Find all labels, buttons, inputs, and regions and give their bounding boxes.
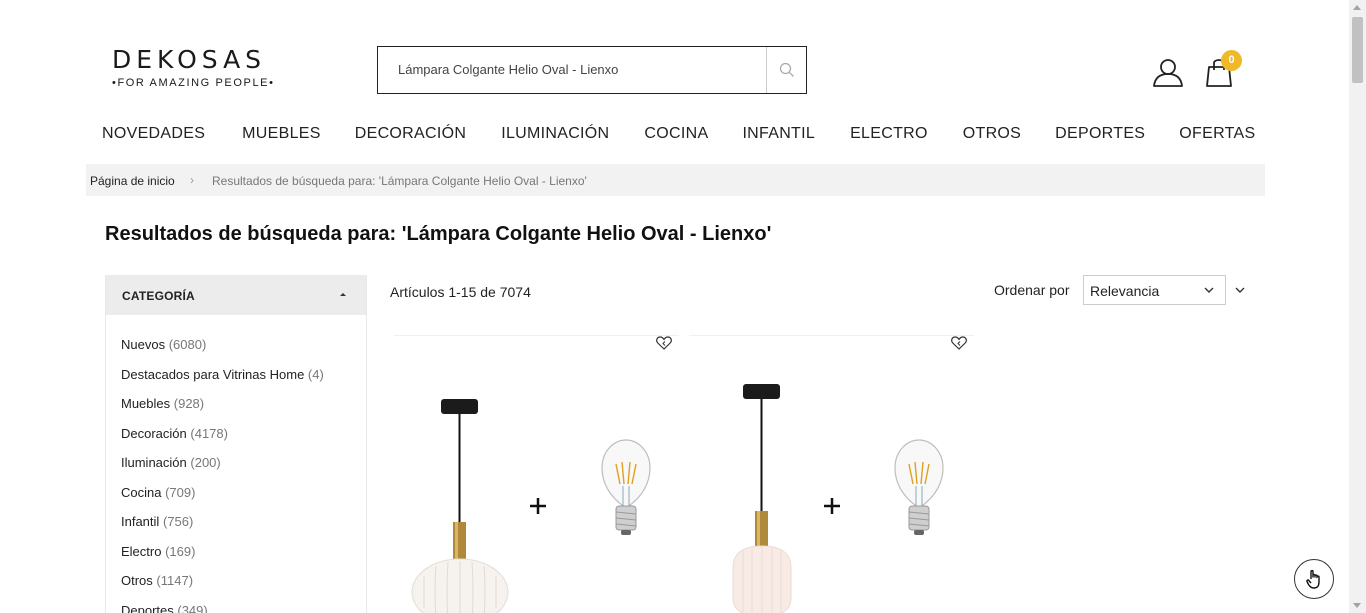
breadcrumb: Página de inicio › Resultados de búsqued…	[86, 164, 1265, 196]
nav-item-cocina[interactable]: COCINA	[644, 125, 708, 143]
category-item[interactable]: Electro (169)	[121, 544, 366, 574]
breadcrumb-home-link[interactable]: Página de inicio	[90, 174, 175, 188]
nav-item-infantil[interactable]: INFANTIL	[742, 125, 815, 143]
chevron-down-icon	[1204, 287, 1214, 293]
breadcrumb-current: Resultados de búsqueda para: 'Lámpara Co…	[212, 174, 587, 188]
hand-pointer-icon	[1306, 569, 1320, 589]
category-item[interactable]: Deportes (349)	[121, 603, 366, 613]
user-icon[interactable]	[1152, 56, 1184, 88]
category-filter: CATEGORÍA Nuevos (6080) Destacados para …	[105, 275, 367, 613]
category-count: (709)	[165, 484, 196, 500]
category-list: Nuevos (6080) Destacados para Vitrinas H…	[106, 315, 366, 613]
nav-item-deportes[interactable]: DEPORTES	[1055, 125, 1145, 143]
sort-direction-icon[interactable]	[1234, 284, 1246, 296]
category-count: (1147)	[156, 573, 194, 588]
cart-count-badge: 0	[1221, 50, 1242, 71]
logo-tagline: •FOR AMAZING PEOPLE•	[112, 77, 275, 89]
category-item[interactable]: Decoración (4178)	[121, 426, 366, 456]
category-label: Iluminación	[121, 455, 187, 470]
logo-brand: DEKOSAS	[112, 45, 267, 74]
nav-item-iluminacion[interactable]: ILUMINACIÓN	[501, 125, 609, 143]
search-button[interactable]	[766, 47, 806, 93]
category-count: (4178)	[190, 425, 228, 441]
product-card[interactable]	[394, 335, 679, 613]
category-label: Infantil	[121, 514, 160, 529]
category-item[interactable]: Infantil (756)	[121, 514, 366, 544]
category-label: Destacados para Vitrinas Home	[121, 366, 305, 382]
heart-icon[interactable]	[951, 336, 967, 350]
search-box[interactable]: Lámpara Colgante Helio Oval - Lienxo	[377, 46, 807, 94]
breadcrumb-separator: ›	[190, 173, 194, 187]
category-item[interactable]: Destacados para Vitrinas Home (4)	[121, 367, 366, 397]
sort-label: Ordenar por	[994, 282, 1070, 298]
page-title: Resultados de búsqueda para: 'Lámpara Co…	[105, 223, 772, 245]
category-count: (756)	[162, 514, 194, 529]
category-label: Decoración	[121, 425, 187, 441]
category-count: (6080)	[168, 337, 207, 352]
nav-item-electro[interactable]: ELECTRO	[850, 125, 928, 143]
category-item[interactable]: Nuevos (6080)	[121, 337, 366, 367]
category-item[interactable]: Otros (1147)	[121, 573, 366, 603]
accessibility-button[interactable]	[1294, 559, 1334, 599]
category-label: Deportes	[121, 602, 174, 613]
category-label: Cocina	[121, 484, 162, 500]
heart-icon[interactable]	[656, 336, 672, 350]
category-count: (349)	[177, 602, 208, 613]
collapse-caret-icon	[340, 293, 346, 296]
category-item[interactable]: Muebles (928)	[121, 396, 366, 426]
category-item[interactable]: Iluminación (200)	[121, 455, 366, 485]
product-image[interactable]	[394, 336, 679, 613]
sort-select-value: Relevancia	[1090, 283, 1160, 299]
category-label: Electro	[121, 543, 162, 559]
category-filter-header[interactable]: CATEGORÍA	[106, 275, 366, 315]
scrollbar-thumb[interactable]	[1352, 17, 1363, 83]
category-count: (200)	[190, 455, 221, 470]
results-count: Artículos 1-15 de 7074	[390, 284, 531, 300]
main-navigation: NOVEDADES MUEBLES DECORACIÓN ILUMINACIÓN…	[102, 125, 1255, 143]
scroll-down-arrow[interactable]	[1353, 603, 1361, 608]
nav-item-novedades[interactable]: NOVEDADES	[102, 125, 205, 143]
site-logo[interactable]: DEKOSAS •FOR AMAZING PEOPLE•	[112, 46, 292, 90]
nav-item-decoracion[interactable]: DECORACIÓN	[355, 125, 466, 143]
page-scrollbar[interactable]	[1349, 0, 1366, 613]
category-filter-title: CATEGORÍA	[122, 289, 195, 303]
search-input[interactable]: Lámpara Colgante Helio Oval - Lienxo	[398, 62, 618, 77]
nav-item-ofertas[interactable]: OFERTAS	[1179, 125, 1255, 143]
nav-item-muebles[interactable]: MUEBLES	[242, 125, 321, 143]
category-count: (4)	[307, 366, 324, 382]
sort-select[interactable]: Relevancia	[1083, 275, 1226, 305]
category-item[interactable]: Cocina (709)	[121, 485, 366, 515]
product-image[interactable]	[689, 336, 974, 613]
category-count: (928)	[173, 396, 205, 411]
category-label: Muebles	[121, 396, 171, 411]
nav-item-otros[interactable]: OTROS	[963, 125, 1021, 143]
product-card[interactable]	[689, 335, 974, 613]
search-icon	[779, 62, 794, 77]
category-label: Otros	[121, 573, 153, 588]
category-label: Nuevos	[121, 337, 166, 352]
category-count: (169)	[165, 543, 196, 559]
scroll-up-arrow[interactable]	[1353, 5, 1361, 10]
